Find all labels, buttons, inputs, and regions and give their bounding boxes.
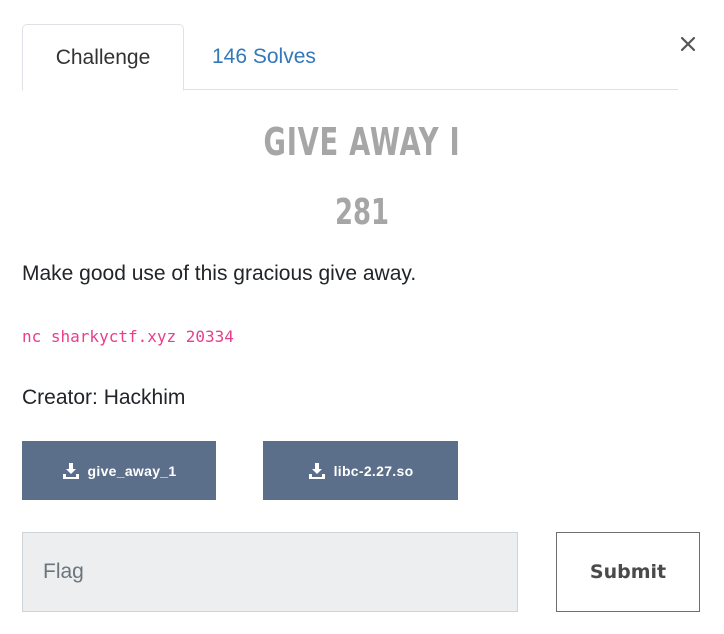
submit-button[interactable]: Submit [556, 532, 700, 612]
challenge-title: GIVE AWAY I [263, 120, 461, 164]
connection-command: nc sharkyctf.xyz 20334 [22, 327, 234, 346]
challenge-creator: Creator: Hackhim [22, 386, 186, 409]
tab-challenge[interactable]: Challenge [22, 24, 184, 91]
tab-challenge-label: Challenge [55, 45, 151, 69]
file-name: give_away_1 [87, 462, 177, 479]
challenge-tabs: Challenge 146 Solves [22, 24, 678, 91]
flag-input[interactable] [22, 532, 518, 612]
download-file-button[interactable]: libc-2.27.so [263, 441, 458, 500]
download-icon [308, 462, 325, 479]
file-name: libc-2.27.so [333, 462, 414, 479]
close-icon [680, 36, 696, 52]
challenge-description: Make good use of this gracious give away… [22, 262, 417, 285]
tab-solves-label: 146 Solves [212, 45, 316, 68]
download-file-button[interactable]: give_away_1 [22, 441, 216, 500]
download-icon [62, 462, 79, 479]
close-button[interactable] [674, 30, 702, 58]
challenge-points: 281 [334, 192, 390, 233]
tab-solves[interactable]: 146 Solves [212, 24, 316, 90]
